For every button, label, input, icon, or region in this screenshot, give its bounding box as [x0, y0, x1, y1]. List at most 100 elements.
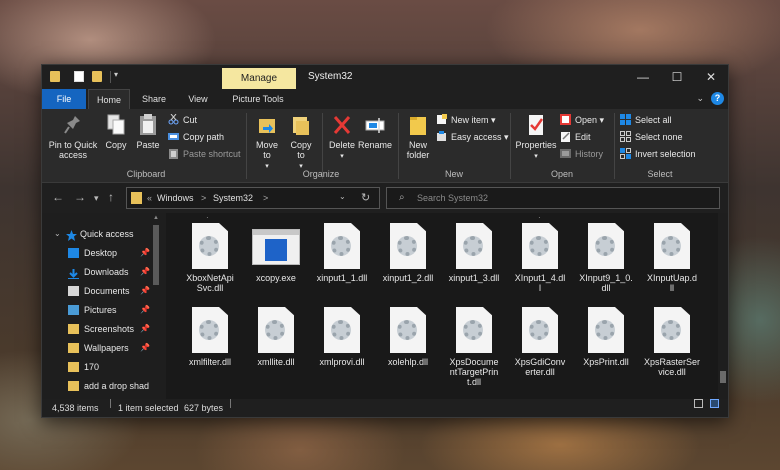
file-name: xmlprovi.dll: [319, 357, 365, 367]
recent-locations-icon[interactable]: ▾: [94, 192, 99, 204]
nav-item-pictures[interactable]: Pictures 📌: [42, 301, 150, 319]
paste-shortcut-button[interactable]: Paste shortcut: [168, 147, 241, 161]
file-item[interactable]: XpsDocume ntTargetPrin t.dll: [442, 307, 506, 387]
copy-to-button[interactable]: Copy to ▾: [286, 113, 316, 172]
file-item[interactable]: xolehlp.dll: [376, 307, 440, 367]
paste-button[interactable]: Paste: [134, 113, 162, 150]
select-none-button[interactable]: Select none: [620, 130, 683, 144]
pin-icon[interactable]: 📌: [140, 244, 150, 262]
nav-item-quick-access[interactable]: ⌄ Quick access: [42, 225, 150, 243]
nav-item-downloads[interactable]: Downloads 📌: [42, 263, 150, 281]
select-none-icon: [620, 131, 631, 142]
history-button[interactable]: History: [560, 147, 603, 161]
tab-share[interactable]: Share: [134, 89, 174, 109]
invert-selection-button[interactable]: Invert selection: [620, 147, 696, 161]
nav-item-add-a-drop-shad[interactable]: add a drop shad: [42, 377, 150, 395]
file-item[interactable]: XInput9_1_0. dll: [574, 223, 638, 293]
file-item[interactable]: xmlprovi.dll: [310, 307, 374, 367]
pin-icon[interactable]: 📌: [140, 282, 150, 300]
dll-file-icon: [522, 223, 558, 269]
new-item-button[interactable]: New item ▾: [436, 113, 496, 127]
refresh-icon[interactable]: ↻: [361, 191, 370, 204]
file-item[interactable]: XboxNetApi Svc.dll: [178, 223, 242, 293]
address-bar[interactable]: « Windows > System32 > ⌄ ↻: [126, 187, 380, 209]
file-item[interactable]: XInput1_4.dl l: [508, 223, 572, 293]
file-item[interactable]: xmllite.dll: [244, 307, 308, 367]
file-item[interactable]: XpsPrint.dll: [574, 307, 638, 367]
delete-label: Delete: [328, 140, 355, 150]
dll-file-icon: [192, 307, 228, 353]
scroll-up-icon[interactable]: ▲: [153, 215, 159, 221]
search-input[interactable]: ⌕ Search System32: [386, 187, 720, 209]
pin-icon[interactable]: 📌: [140, 301, 150, 319]
properties-button[interactable]: Properties ▾: [514, 113, 558, 162]
chevron-down-icon[interactable]: ⌄: [696, 93, 704, 104]
pin-icon[interactable]: 📌: [140, 339, 150, 357]
tab-file[interactable]: File: [42, 89, 86, 109]
file-item[interactable]: xinput1_2.dll: [376, 223, 440, 283]
new-folder-button[interactable]: New folder: [402, 113, 434, 160]
tab-manage[interactable]: Manage: [222, 68, 296, 89]
history-icon: [560, 148, 571, 159]
dll-file-icon: [390, 223, 426, 269]
back-arrow-icon[interactable]: ←: [52, 191, 64, 203]
copy-button[interactable]: Copy: [102, 113, 130, 150]
nav-scrollbar[interactable]: ▲: [152, 215, 160, 397]
scrollbar-thumb[interactable]: [720, 371, 726, 383]
rename-button[interactable]: Rename: [358, 113, 392, 150]
breadcrumb-overflow[interactable]: «: [147, 193, 152, 203]
forward-arrow-icon[interactable]: →: [74, 191, 86, 203]
up-arrow-icon[interactable]: ↑: [108, 191, 114, 203]
large-icons-view-icon[interactable]: [710, 399, 719, 408]
move-to-button[interactable]: Move to ▾: [252, 113, 282, 172]
easy-access-button[interactable]: Easy access ▾: [436, 130, 509, 144]
open-icon: [560, 114, 571, 125]
breadcrumb-separator[interactable]: >: [201, 193, 206, 203]
cut-button[interactable]: Cut: [168, 113, 197, 127]
pin-to-quick-access-button[interactable]: Pin to Quick access: [46, 113, 100, 160]
tab-home[interactable]: Home: [88, 89, 130, 109]
pin-icon[interactable]: 📌: [140, 263, 150, 281]
gear-icon: [595, 320, 615, 340]
file-item[interactable]: xmlfilter.dll: [178, 307, 242, 367]
edit-button[interactable]: Edit: [560, 130, 591, 144]
breadcrumb-system32[interactable]: System32: [213, 193, 253, 203]
help-icon[interactable]: ?: [711, 92, 724, 105]
file-item[interactable]: xinput1_3.dll: [442, 223, 506, 283]
nav-item-170[interactable]: 170: [42, 358, 150, 376]
copy-path-button[interactable]: Copy path: [168, 130, 224, 144]
nav-item-documents[interactable]: Documents 📌: [42, 282, 150, 300]
content-scrollbar[interactable]: [718, 213, 728, 399]
file-item-selected[interactable]: xcopy.exe: [244, 223, 308, 283]
nav-item-desktop[interactable]: Desktop 📌: [42, 244, 150, 262]
close-button[interactable]: ✕: [694, 67, 728, 87]
breadcrumb-separator[interactable]: >: [263, 193, 268, 203]
chevron-down-icon[interactable]: ⌄: [339, 192, 346, 201]
customize-quick-access-icon[interactable]: ▾: [114, 70, 118, 79]
open-button[interactable]: Open ▾: [560, 113, 604, 127]
properties-icon[interactable]: [74, 71, 84, 82]
scrollbar-thumb[interactable]: [153, 225, 159, 285]
file-name-cont: l: [539, 283, 541, 293]
tab-picture-tools[interactable]: Picture Tools: [226, 89, 290, 109]
nav-item-screenshots[interactable]: Screenshots 📌: [42, 320, 150, 338]
file-name-cont: ll: [670, 283, 674, 293]
chevron-down-icon[interactable]: ⌄: [54, 225, 61, 243]
minimize-button[interactable]: —: [626, 67, 660, 87]
desktop-icon: [68, 248, 79, 258]
select-all-button[interactable]: Select all: [620, 113, 672, 127]
file-item[interactable]: XpsRasterSer vice.dll: [640, 307, 704, 377]
file-item[interactable]: XInputUap.d ll: [640, 223, 704, 293]
file-item[interactable]: XpsGdiConv erter.dll: [508, 307, 572, 377]
details-view-icon[interactable]: [694, 399, 703, 408]
new-folder-icon[interactable]: [92, 71, 102, 82]
maximize-button[interactable]: ☐: [660, 67, 694, 87]
breadcrumb-windows[interactable]: Windows: [157, 193, 194, 203]
nav-item-wallpapers[interactable]: Wallpapers 📌: [42, 339, 150, 357]
delete-button[interactable]: Delete ▾: [326, 113, 358, 162]
pin-icon[interactable]: 📌: [140, 320, 150, 338]
organize-group-label: Organize: [302, 169, 340, 179]
file-item[interactable]: xinput1_1.dll: [310, 223, 374, 283]
tab-view[interactable]: View: [178, 89, 218, 109]
easy-access-icon: [436, 131, 447, 142]
